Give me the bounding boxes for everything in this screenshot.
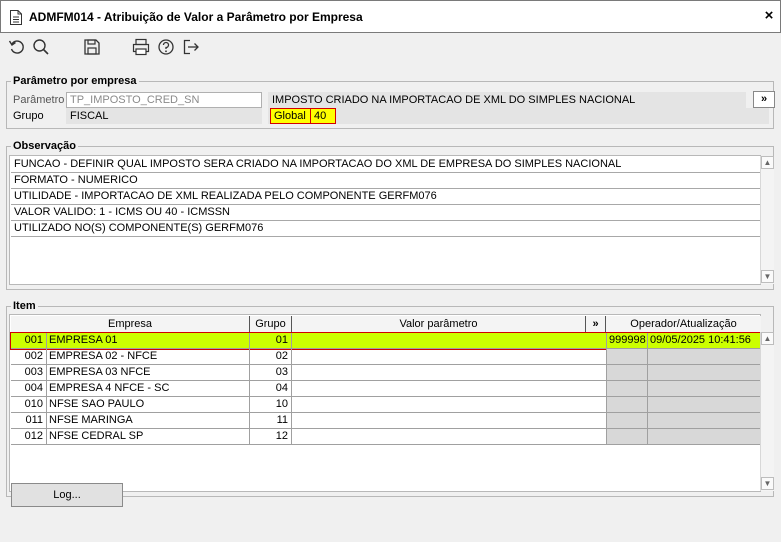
observacao-list[interactable]: FUNCAO - DEFINIR QUAL IMPOSTO SERA CRIAD… [9,155,761,285]
valor-cell[interactable] [292,349,607,365]
window-title: ADMFM014 - Atribuição de Valor a Parâmet… [29,10,363,24]
grupo-cell: 01 [250,333,292,349]
valor-cell[interactable] [292,429,607,445]
log-button[interactable]: Log... [11,483,123,507]
observacao-line: UTILIZADO NO(S) COMPONENTE(S) GERFM076 [11,221,761,237]
operador-cell [607,397,648,413]
empresa-code-cell: 001 [11,333,47,349]
operador-cell [607,349,648,365]
search-icon[interactable] [32,38,52,56]
atualizacao-cell [648,365,761,381]
print-icon[interactable] [132,38,152,56]
item-scrollbar[interactable]: ▲ ▼ [760,332,774,491]
item-legend: Item [13,300,36,312]
global-label: Global [270,108,311,124]
global-value[interactable]: 40 [310,108,336,124]
observacao-line: VALOR VALIDO: 1 - ICMS OU 40 - ICMSSN [11,205,761,221]
title-bar: ADMFM014 - Atribuição de Valor a Parâmet… [0,0,781,33]
observacao-scrollbar[interactable]: ▲ ▼ [760,156,774,284]
atualizacao-cell [648,413,761,429]
valor-cell[interactable] [292,397,607,413]
save-icon[interactable] [83,38,103,56]
scroll-down-icon[interactable]: ▼ [761,270,774,283]
table-row[interactable]: 011 NFSE MARINGA 11 [11,413,761,429]
table-row[interactable]: 004 EMPRESA 4 NFCE - SC 04 [11,381,761,397]
table-row[interactable]: 012 NFSE CEDRAL SP 12 [11,429,761,445]
empresa-name-cell: NFSE CEDRAL SP [47,429,250,445]
operador-cell: 999998 [607,333,648,349]
parametro-label: Parâmetro [13,94,65,106]
empresa-code-cell: 010 [11,397,47,413]
empresa-name-cell: EMPRESA 4 NFCE - SC [47,381,250,397]
table-row[interactable]: 003 EMPRESA 03 NFCE 03 [11,365,761,381]
column-header-grupo[interactable]: Grupo [250,316,292,332]
empresa-name-cell: EMPRESA 01 [47,333,250,349]
empresa-name-cell: EMPRESA 03 NFCE [47,365,250,381]
table-row[interactable]: 001 EMPRESA 01 01 999998 09/05/2025 10:4… [10,332,762,350]
table-row[interactable]: 002 EMPRESA 02 - NFCE 02 [11,349,761,365]
empresa-name-cell: EMPRESA 02 - NFCE [47,349,250,365]
atualizacao-cell [648,381,761,397]
valor-cell[interactable] [292,381,607,397]
atualizacao-cell: 09/05/2025 10:41:56 [648,333,761,349]
atualizacao-cell [648,397,761,413]
grupo-cell: 02 [250,349,292,365]
valor-cell[interactable] [292,365,607,381]
column-header-operador[interactable]: Operador/Atualização [606,316,761,332]
global-area [268,108,769,124]
valor-cell[interactable] [292,413,607,429]
empresa-name-cell: NFSE SAO PAULO [47,397,250,413]
empresa-code-cell: 011 [11,413,47,429]
empresa-code-cell: 004 [11,381,47,397]
grupo-cell: 03 [250,365,292,381]
grupo-cell: 11 [250,413,292,429]
grupo-cell: 10 [250,397,292,413]
empresa-code-cell: 003 [11,365,47,381]
grupo-field: FISCAL [66,108,262,124]
exit-icon[interactable] [182,38,202,56]
parametro-legend: Parâmetro por empresa [13,75,137,87]
item-grid: Empresa Grupo Valor parâmetro » Operador… [9,314,762,492]
observacao-line: UTILIDADE - IMPORTACAO DE XML REALIZADA … [11,189,761,205]
atualizacao-cell [648,429,761,445]
scroll-down-icon[interactable]: ▼ [761,477,774,490]
observacao-line: FUNCAO - DEFINIR QUAL IMPOSTO SERA CRIAD… [11,157,761,173]
observacao-legend: Observação [13,140,76,152]
document-icon [10,10,22,25]
close-button[interactable]: × [760,7,778,25]
empresa-code-cell: 002 [11,349,47,365]
parametro-expand-button[interactable]: » [753,91,775,108]
help-icon[interactable] [157,38,177,56]
observacao-line: FORMATO - NUMERICO [11,173,761,189]
operador-cell [607,429,648,445]
undo-icon[interactable] [8,38,28,56]
column-expand-button[interactable]: » [586,316,606,332]
parametro-field[interactable]: TP_IMPOSTO_CRED_SN [66,92,262,108]
parametro-description: IMPOSTO CRIADO NA IMPORTACAO DE XML DO S… [268,92,746,108]
operador-cell [607,365,648,381]
valor-cell[interactable] [292,333,607,349]
scroll-up-icon[interactable]: ▲ [761,156,774,169]
grupo-cell: 04 [250,381,292,397]
column-header-empresa[interactable]: Empresa [11,316,250,332]
operador-cell [607,381,648,397]
grupo-cell: 12 [250,429,292,445]
column-header-valor[interactable]: Valor parâmetro [292,316,586,332]
empresa-code-cell: 012 [11,429,47,445]
grupo-label: Grupo [13,110,44,122]
operador-cell [607,413,648,429]
scroll-up-icon[interactable]: ▲ [761,332,774,345]
table-row[interactable]: 010 NFSE SAO PAULO 10 [11,397,761,413]
atualizacao-cell [648,349,761,365]
empresa-name-cell: NFSE MARINGA [47,413,250,429]
